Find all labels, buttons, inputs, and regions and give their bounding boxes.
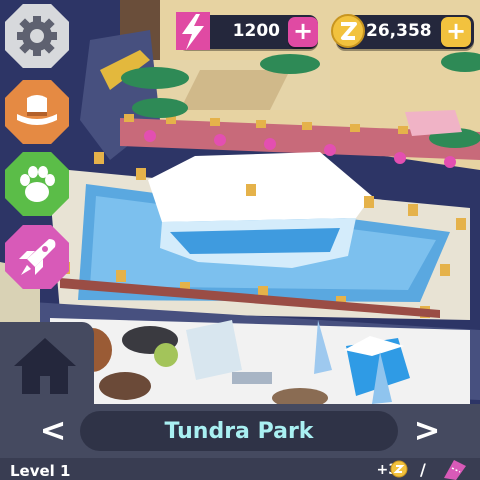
- rocket-icon: [19, 239, 56, 275]
- add-coins-button[interactable]: +: [441, 17, 471, 47]
- coin-icon: [390, 460, 408, 478]
- coin-icon: [331, 14, 365, 48]
- home-icon: [14, 338, 76, 394]
- settings-button[interactable]: [5, 4, 69, 68]
- cowboy-hat-icon: [17, 95, 57, 125]
- hat-button[interactable]: [5, 80, 69, 144]
- park-name: Tundra Park: [164, 419, 314, 444]
- reward-separator: /: [420, 460, 426, 479]
- paw-icon: [20, 166, 55, 202]
- ticket-icon: [444, 460, 466, 480]
- animals-button[interactable]: [5, 152, 69, 216]
- coin-value: 26,358: [366, 21, 432, 41]
- energy-value: 1200: [232, 21, 280, 41]
- level-strip: [0, 458, 480, 480]
- previous-park-button[interactable]: <: [38, 414, 68, 448]
- rocket-button[interactable]: [5, 225, 69, 289]
- next-park-button[interactable]: >: [412, 414, 442, 448]
- gear-icon: [17, 16, 57, 56]
- lightning-bolt-icon: [176, 12, 210, 50]
- level-label: Level 1: [10, 462, 71, 480]
- add-energy-button[interactable]: +: [288, 17, 318, 47]
